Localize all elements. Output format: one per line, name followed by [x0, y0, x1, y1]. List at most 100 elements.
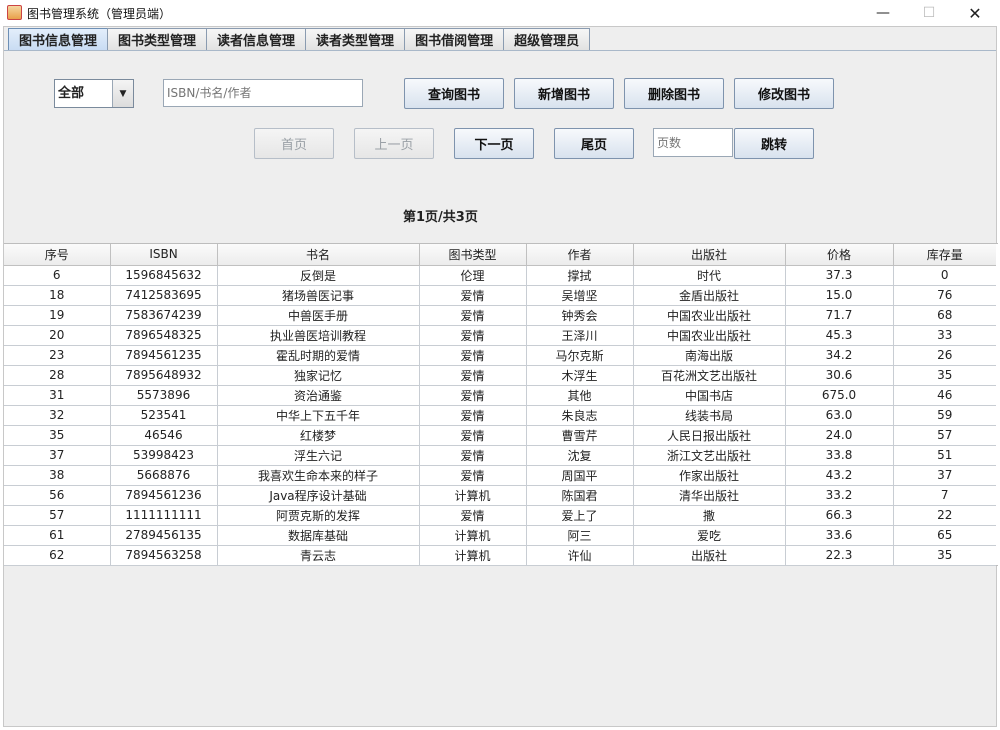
- column-header[interactable]: 序号: [4, 244, 111, 266]
- table-row[interactable]: 31 5573896 资治通鉴 爱情 其他 中国书店 675.0 46: [4, 385, 996, 406]
- table-cell[interactable]: 23: [4, 345, 111, 366]
- table-cell[interactable]: 35: [893, 545, 996, 566]
- table-cell[interactable]: 71.7: [785, 305, 894, 326]
- tab-super-admin[interactable]: 超级管理员: [503, 28, 591, 50]
- table-cell[interactable]: 爱情: [419, 365, 527, 386]
- table-row[interactable]: 37 53998423 浮生六记 爱情 沈复 浙江文艺出版社 33.8 51: [4, 445, 996, 466]
- table-cell[interactable]: 37: [893, 465, 996, 486]
- table-cell[interactable]: 猪场兽医记事: [217, 285, 420, 306]
- tab-reader-type[interactable]: 读者类型管理: [305, 28, 406, 50]
- prev-page-button[interactable]: 上一页: [354, 128, 434, 159]
- table-row[interactable]: 28 7895648932 独家记忆 爱情 木浮生 百花洲文艺出版社 30.6 35: [4, 365, 996, 386]
- table-cell[interactable]: 爱情: [419, 285, 527, 306]
- table-cell[interactable]: 中华上下五千年: [217, 405, 420, 426]
- table-cell[interactable]: 66.3: [785, 505, 894, 526]
- table-row[interactable]: 20 7896548325 执业兽医培训教程 爱情 王泽川 中国农业出版社 45.3 33: [4, 325, 996, 346]
- table-cell[interactable]: 675.0: [785, 385, 894, 406]
- column-header[interactable]: 作者: [526, 244, 634, 266]
- table-cell[interactable]: 51: [893, 445, 996, 466]
- chevron-down-icon[interactable]: ▼: [112, 80, 133, 107]
- table-cell[interactable]: 中国农业出版社: [633, 325, 786, 346]
- table-cell[interactable]: 人民日报出版社: [633, 425, 786, 446]
- table-cell[interactable]: 出版社: [633, 545, 786, 566]
- table-cell[interactable]: 63.0: [785, 405, 894, 426]
- table-cell[interactable]: 其他: [526, 385, 634, 406]
- add-book-button[interactable]: 新增图书: [514, 78, 614, 109]
- table-cell[interactable]: 43.2: [785, 465, 894, 486]
- table-cell[interactable]: 35: [893, 365, 996, 386]
- table-row[interactable]: 6 1596845632 反倒是 伦理 撑拭 时代 37.3 0: [4, 265, 996, 286]
- table-cell[interactable]: 爱情: [419, 345, 527, 366]
- table-cell[interactable]: 38: [4, 465, 111, 486]
- table-cell[interactable]: 37: [4, 445, 111, 466]
- table-cell[interactable]: 76: [893, 285, 996, 306]
- table-cell[interactable]: 撑拭: [526, 265, 634, 286]
- maximize-button[interactable]: ☐: [906, 0, 952, 26]
- table-cell[interactable]: 20: [4, 325, 111, 346]
- table-cell[interactable]: 19: [4, 305, 111, 326]
- tab-reader-info[interactable]: 读者信息管理: [206, 28, 307, 50]
- table-cell[interactable]: 5573896: [110, 385, 218, 406]
- table-cell[interactable]: 计算机: [419, 485, 527, 506]
- table-cell[interactable]: 7895648932: [110, 365, 218, 386]
- table-cell[interactable]: 15.0: [785, 285, 894, 306]
- tab-book-type[interactable]: 图书类型管理: [107, 28, 208, 50]
- table-cell[interactable]: 5668876: [110, 465, 218, 486]
- query-book-button[interactable]: 查询图书: [404, 78, 504, 109]
- table-cell[interactable]: 46546: [110, 425, 218, 446]
- jump-button[interactable]: 跳转: [734, 128, 814, 159]
- table-cell[interactable]: 沈复: [526, 445, 634, 466]
- table-row[interactable]: 35 46546 红楼梦 爱情 曹雪芹 人民日报出版社 24.0 57: [4, 425, 996, 446]
- table-cell[interactable]: 22.3: [785, 545, 894, 566]
- table-cell[interactable]: 吴增坚: [526, 285, 634, 306]
- table-cell[interactable]: 爱情: [419, 305, 527, 326]
- table-cell[interactable]: 爱情: [419, 325, 527, 346]
- table-cell[interactable]: 2789456135: [110, 525, 218, 546]
- table-row[interactable]: 38 5668876 我喜欢生命本来的样子 爱情 周国平 作家出版社 43.2 37: [4, 465, 996, 486]
- table-cell[interactable]: 阿贾克斯的发挥: [217, 505, 420, 526]
- table-cell[interactable]: 我喜欢生命本来的样子: [217, 465, 420, 486]
- table-cell[interactable]: 时代: [633, 265, 786, 286]
- table-cell[interactable]: 35: [4, 425, 111, 446]
- books-table-container[interactable]: 序号 ISBN 书名 图书类型 作者 出版社 价格 库存量 6 1596845632 反倒是 伦理撑…: [4, 243, 998, 566]
- table-cell[interactable]: 青云志: [217, 545, 420, 566]
- table-cell[interactable]: 31: [4, 385, 111, 406]
- table-cell[interactable]: 阿三: [526, 525, 634, 546]
- table-cell[interactable]: 爱情: [419, 445, 527, 466]
- close-button[interactable]: ✕: [952, 0, 998, 26]
- column-header[interactable]: 价格: [785, 244, 894, 266]
- table-cell[interactable]: 7583674239: [110, 305, 218, 326]
- column-header[interactable]: 图书类型: [419, 244, 527, 266]
- minimize-button[interactable]: —: [860, 0, 906, 26]
- table-cell[interactable]: 中兽医手册: [217, 305, 420, 326]
- table-cell[interactable]: 朱良志: [526, 405, 634, 426]
- table-cell[interactable]: 周国平: [526, 465, 634, 486]
- table-cell[interactable]: 马尔克斯: [526, 345, 634, 366]
- table-cell[interactable]: 爱情: [419, 505, 527, 526]
- table-cell[interactable]: 34.2: [785, 345, 894, 366]
- table-cell[interactable]: 22: [893, 505, 996, 526]
- table-cell[interactable]: 红楼梦: [217, 425, 420, 446]
- table-cell[interactable]: 独家记忆: [217, 365, 420, 386]
- books-table[interactable]: 序号 ISBN 书名 图书类型 作者 出版社 价格 库存量 6 1596845632 反倒是 伦理撑…: [4, 244, 996, 566]
- column-header[interactable]: 库存量: [893, 244, 996, 266]
- table-cell[interactable]: 线装书局: [633, 405, 786, 426]
- table-cell[interactable]: 32: [4, 405, 111, 426]
- table-row[interactable]: 62 7894563258 青云志 计算机 许仙 出版社 22.3 35: [4, 545, 996, 566]
- table-row[interactable]: 19 7583674239 中兽医手册 爱情 钟秀会 中国农业出版社 71.7 68: [4, 305, 996, 326]
- table-cell[interactable]: 伦理: [419, 265, 527, 286]
- table-cell[interactable]: 68: [893, 305, 996, 326]
- column-header[interactable]: 出版社: [633, 244, 786, 266]
- table-cell[interactable]: 7894561236: [110, 485, 218, 506]
- table-cell[interactable]: 爱上了: [526, 505, 634, 526]
- table-cell[interactable]: 爱吃: [633, 525, 786, 546]
- table-cell[interactable]: 0: [893, 265, 996, 286]
- table-cell[interactable]: 爱情: [419, 465, 527, 486]
- table-cell[interactable]: 33: [893, 325, 996, 346]
- tab-borrow[interactable]: 图书借阅管理: [404, 28, 505, 50]
- table-cell[interactable]: 许仙: [526, 545, 634, 566]
- table-cell[interactable]: 陈国君: [526, 485, 634, 506]
- table-cell[interactable]: 南海出版: [633, 345, 786, 366]
- table-cell[interactable]: 18: [4, 285, 111, 306]
- table-cell[interactable]: 33.8: [785, 445, 894, 466]
